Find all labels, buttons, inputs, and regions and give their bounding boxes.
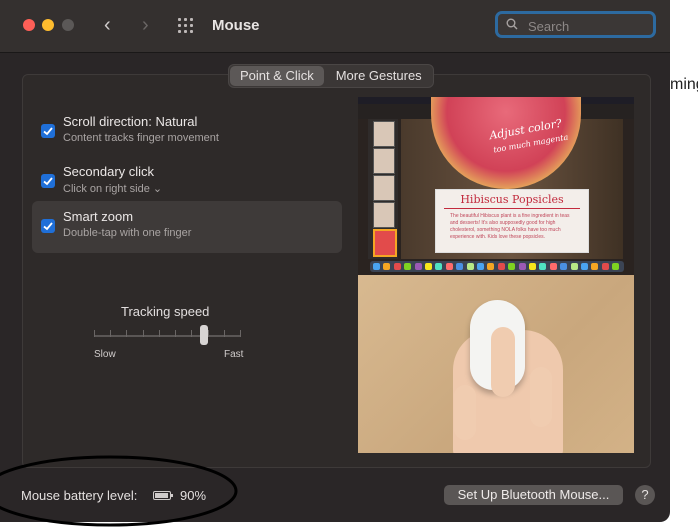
tab-point-and-click[interactable]: Point & Click <box>230 66 324 86</box>
smart-zoom-checkbox[interactable] <box>41 219 55 233</box>
annotation-ellipse <box>0 455 238 527</box>
slider-max-label: Fast <box>224 349 244 360</box>
preview-canvas: Adjust color? too much magenta Hibiscus … <box>401 97 623 259</box>
dock-app-icon <box>445 263 453 270</box>
dock-app-icon <box>497 263 505 270</box>
preview-finger <box>491 327 515 397</box>
slider-tick <box>142 330 144 337</box>
checkmark-icon <box>43 177 53 186</box>
preview-dock <box>370 261 624 272</box>
segmented-tabs: Point & Click More Gestures <box>228 64 434 88</box>
preview-card-title: Hibiscus Popsicles <box>460 193 564 206</box>
show-all-grid-icon[interactable] <box>178 18 196 34</box>
dock-app-icon <box>393 263 401 270</box>
option-subtitle: Content tracks finger movement <box>63 132 219 144</box>
dock-app-icon <box>539 263 547 270</box>
option-subtitle: Double-tap with one finger <box>63 227 192 239</box>
search-field[interactable] <box>495 11 656 38</box>
dock-app-icon <box>591 263 599 270</box>
slider-tick <box>94 330 95 337</box>
dock-app-icon <box>570 263 578 270</box>
preview-card-body: The beautiful Hibiscus plant is a fine i… <box>450 213 570 240</box>
slider-tick <box>175 330 177 337</box>
background-text: ming <box>670 76 698 93</box>
gesture-preview-video: Adjust color? too much magenta Hibiscus … <box>358 97 634 453</box>
tracking-speed-label: Tracking speed <box>121 304 210 319</box>
slider-tick <box>126 330 128 337</box>
checkmark-icon <box>43 222 53 231</box>
secondary-click-checkbox[interactable] <box>41 174 55 188</box>
dock-app-icon <box>435 263 443 270</box>
dock-app-icon <box>560 263 568 270</box>
slider-tick <box>110 330 112 337</box>
scroll-direction-checkbox[interactable] <box>41 124 55 138</box>
tab-more-gestures[interactable]: More Gestures <box>326 66 432 86</box>
search-input[interactable] <box>526 16 650 36</box>
preview-recipe-card: Hibiscus Popsicles The beautiful Hibiscu… <box>435 189 589 253</box>
dock-app-icon <box>477 263 484 270</box>
slider-min-label: Slow <box>94 349 116 360</box>
option-smart-zoom[interactable]: Smart zoom Double-tap with one finger <box>32 201 342 253</box>
dock-app-icon <box>456 263 464 270</box>
checkmark-icon <box>43 127 53 136</box>
preview-screen: Adjust color? too much magenta Hibiscus … <box>358 97 634 275</box>
dock-app-icon <box>518 263 526 270</box>
dock-app-icon <box>487 263 495 270</box>
dock-app-icon <box>466 263 474 270</box>
preview-thumbnails <box>368 119 398 259</box>
help-button[interactable]: ? <box>635 485 655 505</box>
slider-tick <box>240 330 241 337</box>
dock-app-icon <box>373 263 380 270</box>
dock-app-icon <box>508 263 516 270</box>
dock-app-icon <box>383 263 391 270</box>
dock-app-icon <box>404 263 412 270</box>
zoom-button[interactable] <box>62 19 74 31</box>
dock-app-icon <box>612 263 620 270</box>
option-title: Secondary click <box>63 164 155 179</box>
option-title: Scroll direction: Natural <box>63 114 198 129</box>
dock-app-icon <box>425 263 432 270</box>
slider-tick <box>207 330 209 337</box>
setup-bluetooth-mouse-button[interactable]: Set Up Bluetooth Mouse... <box>444 485 623 505</box>
search-icon <box>506 18 518 30</box>
title-bar: ‹ › Mouse <box>0 0 670 53</box>
forward-chevron-icon[interactable]: › <box>142 14 149 37</box>
dock-app-icon <box>581 263 588 270</box>
option-scroll-direction[interactable]: Scroll direction: Natural Content tracks… <box>32 106 342 158</box>
slider-tick <box>158 330 160 337</box>
slider-tick <box>191 330 193 337</box>
option-title: Smart zoom <box>63 209 134 224</box>
slider-tick <box>223 330 225 337</box>
close-button[interactable] <box>23 19 35 31</box>
tracking-speed-slider[interactable] <box>94 335 240 337</box>
secondary-click-dropdown[interactable]: Click on right side ⌄ <box>63 182 162 195</box>
dock-app-icon <box>529 263 536 270</box>
back-chevron-icon[interactable]: ‹ <box>104 14 111 37</box>
minimize-button[interactable] <box>42 19 54 31</box>
preview-desk-surface <box>358 275 634 453</box>
dock-app-icon <box>601 263 609 270</box>
window-title: Mouse <box>212 17 260 34</box>
tracking-speed-knob[interactable] <box>199 325 208 345</box>
dock-app-icon <box>414 263 422 270</box>
dock-app-icon <box>549 263 557 270</box>
mouse-preferences-window: ‹ › Mouse Point & Click More Gestures Sc… <box>0 0 670 522</box>
